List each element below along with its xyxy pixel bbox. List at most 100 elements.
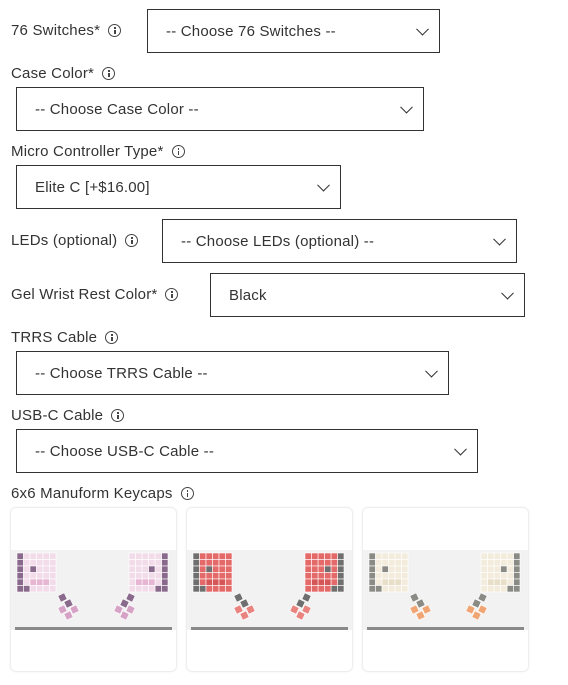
keycap (49, 552, 57, 560)
keycap (513, 585, 521, 593)
switches-select[interactable]: -- Choose 76 Switches -- (147, 9, 440, 53)
keycap (128, 572, 136, 580)
keycap (304, 572, 312, 580)
keycap (42, 578, 50, 586)
keycap (375, 552, 383, 560)
keycap (388, 585, 396, 593)
keycap (394, 559, 402, 567)
keycap (324, 552, 332, 560)
keycap-image-floor (367, 627, 524, 630)
keycap (394, 578, 402, 586)
keycap (212, 578, 220, 586)
keycap (317, 552, 325, 560)
keycap (225, 559, 233, 567)
keycap (218, 565, 226, 573)
keycap (304, 578, 312, 586)
keycap (23, 572, 31, 580)
keycap (500, 578, 508, 586)
keycap (199, 572, 207, 580)
keycap (16, 559, 24, 567)
keycap (311, 565, 319, 573)
keycap (218, 572, 226, 580)
info-icon[interactable] (171, 145, 185, 158)
info-icon[interactable] (108, 24, 122, 37)
micro-controller-select[interactable]: Elite C [+$16.00] (16, 165, 341, 209)
keycap (487, 565, 495, 573)
keycap (330, 565, 338, 573)
keycap (381, 559, 389, 567)
keycap (29, 552, 37, 560)
keycap (324, 559, 332, 567)
keycap (128, 585, 136, 593)
keycap (141, 572, 149, 580)
keycap (311, 552, 319, 560)
keycap (16, 572, 24, 580)
keycap (36, 565, 44, 573)
info-icon[interactable] (180, 487, 194, 500)
keycap (330, 578, 338, 586)
info-icon[interactable] (102, 67, 116, 80)
wrist-rest-select[interactable]: Black (210, 273, 525, 317)
keycap (337, 578, 345, 586)
keycap (401, 565, 409, 573)
keycap (368, 559, 376, 567)
keycap (368, 572, 376, 580)
trrs-select[interactable]: -- Choose TRRS Cable -- (16, 351, 449, 395)
keycap (375, 578, 383, 586)
keycap (205, 565, 213, 573)
keycap-option-card[interactable] (186, 507, 353, 672)
keycap (141, 552, 149, 560)
keyboard-image (16, 552, 169, 621)
keycap (29, 565, 37, 573)
keycap-option-card[interactable] (362, 507, 529, 672)
keycap (225, 565, 233, 573)
keycap (493, 559, 501, 567)
info-icon[interactable] (165, 288, 179, 301)
leds-label-text: LEDs (optional) (11, 232, 118, 249)
leds-select[interactable]: -- Choose LEDs (optional) -- (162, 219, 517, 263)
keycap (506, 578, 514, 586)
keycap (368, 565, 376, 573)
keycap (330, 585, 338, 593)
case-color-label-text: Case Color* (11, 65, 95, 82)
keycap (493, 572, 501, 580)
keycap (205, 559, 213, 567)
keycap (212, 585, 220, 593)
keycap (161, 559, 169, 567)
keycap (394, 585, 402, 593)
keycap (311, 572, 319, 580)
keycap (212, 565, 220, 573)
info-icon[interactable] (111, 409, 125, 422)
keycap (317, 572, 325, 580)
keycap (49, 565, 57, 573)
keycap (480, 559, 488, 567)
keycap (148, 572, 156, 580)
keycap (192, 572, 200, 580)
wrist-rest-label: Gel Wrist Rest Color* (11, 286, 179, 303)
keycap (148, 565, 156, 573)
keycap (337, 565, 345, 573)
keycap (375, 565, 383, 573)
chevron-down-icon (317, 178, 330, 192)
case-color-select[interactable]: -- Choose Case Color -- (16, 87, 424, 131)
keycap (381, 578, 389, 586)
usbc-select[interactable]: -- Choose USB-C Cable -- (16, 429, 478, 473)
keycap (212, 572, 220, 580)
keycap (199, 578, 207, 586)
keycap (368, 578, 376, 586)
keycap (375, 572, 383, 580)
info-icon[interactable] (125, 234, 139, 247)
keycap (161, 565, 169, 573)
keycap (381, 585, 389, 593)
keycap (513, 572, 521, 580)
keycap (154, 552, 162, 560)
keycap-option-card[interactable] (10, 507, 177, 672)
keycap (218, 585, 226, 593)
keycaps-label: 6x6 Manuform Keycaps (11, 485, 194, 502)
keycap (324, 565, 332, 573)
keycap (29, 578, 37, 586)
info-icon[interactable] (105, 331, 119, 344)
keycap (324, 585, 332, 593)
keycap (317, 565, 325, 573)
keycap (487, 585, 495, 593)
